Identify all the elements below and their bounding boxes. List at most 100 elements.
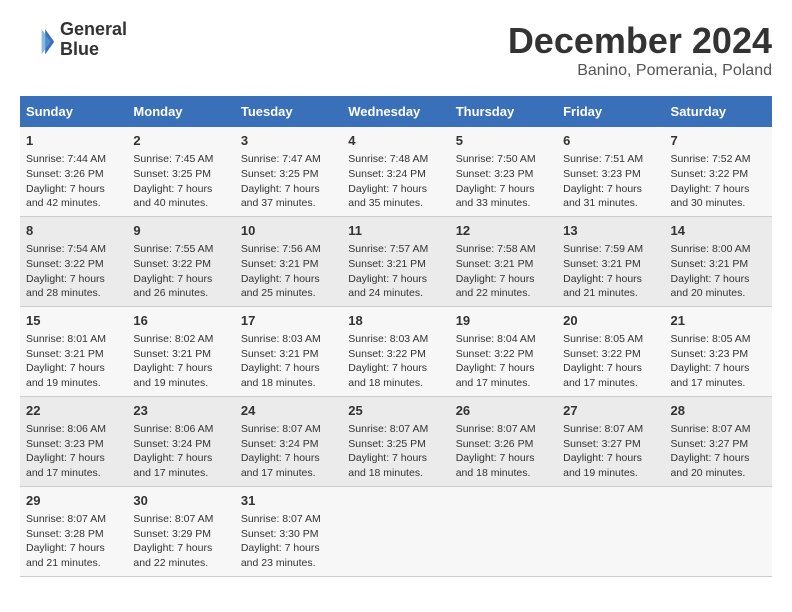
- day-number: 18: [348, 312, 443, 330]
- calendar-cell: 12Sunrise: 7:58 AMSunset: 3:21 PMDayligh…: [450, 216, 557, 306]
- day-number: 7: [671, 132, 766, 150]
- sunset-text: Sunset: 3:26 PM: [26, 167, 121, 182]
- daylight-text: Daylight: 7 hours and 18 minutes.: [241, 361, 336, 390]
- calendar-body: 1Sunrise: 7:44 AMSunset: 3:26 PMDaylight…: [20, 127, 772, 576]
- daylight-text: Daylight: 7 hours and 25 minutes.: [241, 272, 336, 301]
- sunset-text: Sunset: 3:22 PM: [133, 257, 228, 272]
- week-row-2: 8Sunrise: 7:54 AMSunset: 3:22 PMDaylight…: [20, 216, 772, 306]
- day-number: 9: [133, 222, 228, 240]
- sunrise-text: Sunrise: 7:51 AM: [563, 152, 658, 167]
- calendar-cell: 16Sunrise: 8:02 AMSunset: 3:21 PMDayligh…: [127, 306, 234, 396]
- daylight-text: Daylight: 7 hours and 18 minutes.: [456, 451, 551, 480]
- sunset-text: Sunset: 3:24 PM: [241, 437, 336, 452]
- sunrise-text: Sunrise: 8:07 AM: [563, 422, 658, 437]
- day-number: 23: [133, 402, 228, 420]
- daylight-text: Daylight: 7 hours and 20 minutes.: [671, 272, 766, 301]
- sunrise-text: Sunrise: 8:07 AM: [26, 512, 121, 527]
- sunset-text: Sunset: 3:29 PM: [133, 527, 228, 542]
- daylight-text: Daylight: 7 hours and 20 minutes.: [671, 451, 766, 480]
- daylight-text: Daylight: 7 hours and 35 minutes.: [348, 182, 443, 211]
- sunrise-text: Sunrise: 8:00 AM: [671, 242, 766, 257]
- sunrise-text: Sunrise: 8:03 AM: [241, 332, 336, 347]
- daylight-text: Daylight: 7 hours and 19 minutes.: [133, 361, 228, 390]
- day-number: 15: [26, 312, 121, 330]
- calendar-cell: 29Sunrise: 8:07 AMSunset: 3:28 PMDayligh…: [20, 486, 127, 576]
- calendar-cell: 26Sunrise: 8:07 AMSunset: 3:26 PMDayligh…: [450, 396, 557, 486]
- calendar-cell: 17Sunrise: 8:03 AMSunset: 3:21 PMDayligh…: [235, 306, 342, 396]
- sunrise-text: Sunrise: 7:44 AM: [26, 152, 121, 167]
- logo-text: General Blue: [60, 20, 127, 60]
- sunset-text: Sunset: 3:21 PM: [26, 347, 121, 362]
- day-number: 3: [241, 132, 336, 150]
- page-header: General Blue December 2024 Banino, Pomer…: [20, 20, 772, 80]
- sunset-text: Sunset: 3:25 PM: [348, 437, 443, 452]
- sunset-text: Sunset: 3:22 PM: [563, 347, 658, 362]
- day-number: 11: [348, 222, 443, 240]
- sunrise-text: Sunrise: 8:04 AM: [456, 332, 551, 347]
- calendar-cell: 14Sunrise: 8:00 AMSunset: 3:21 PMDayligh…: [665, 216, 772, 306]
- sunrise-text: Sunrise: 7:55 AM: [133, 242, 228, 257]
- sunset-text: Sunset: 3:24 PM: [133, 437, 228, 452]
- daylight-text: Daylight: 7 hours and 37 minutes.: [241, 182, 336, 211]
- day-number: 14: [671, 222, 766, 240]
- calendar-cell: 9 Sunrise: 7:55 AMSunset: 3:22 PMDaylight…: [127, 216, 234, 306]
- calendar-cell: [665, 486, 772, 576]
- sunrise-text: Sunrise: 7:50 AM: [456, 152, 551, 167]
- calendar-cell: 25Sunrise: 8:07 AMSunset: 3:25 PMDayligh…: [342, 396, 449, 486]
- sunset-text: Sunset: 3:22 PM: [348, 347, 443, 362]
- sunrise-text: Sunrise: 7:56 AM: [241, 242, 336, 257]
- sunrise-text: Sunrise: 7:47 AM: [241, 152, 336, 167]
- sunrise-text: Sunrise: 8:03 AM: [348, 332, 443, 347]
- sunrise-text: Sunrise: 8:01 AM: [26, 332, 121, 347]
- sunset-text: Sunset: 3:23 PM: [671, 347, 766, 362]
- day-number: 8: [26, 222, 121, 240]
- daylight-text: Daylight: 7 hours and 26 minutes.: [133, 272, 228, 301]
- sunset-text: Sunset: 3:27 PM: [563, 437, 658, 452]
- header-cell-tuesday: Tuesday: [235, 96, 342, 127]
- sunrise-text: Sunrise: 7:58 AM: [456, 242, 551, 257]
- sunset-text: Sunset: 3:21 PM: [456, 257, 551, 272]
- header-cell-sunday: Sunday: [20, 96, 127, 127]
- calendar-cell: 10Sunrise: 7:56 AMSunset: 3:21 PMDayligh…: [235, 216, 342, 306]
- sunset-text: Sunset: 3:30 PM: [241, 527, 336, 542]
- daylight-text: Daylight: 7 hours and 17 minutes.: [456, 361, 551, 390]
- sunset-text: Sunset: 3:23 PM: [26, 437, 121, 452]
- calendar-cell: 19Sunrise: 8:04 AMSunset: 3:22 PMDayligh…: [450, 306, 557, 396]
- day-number: 6: [563, 132, 658, 150]
- sunset-text: Sunset: 3:21 PM: [241, 347, 336, 362]
- daylight-text: Daylight: 7 hours and 21 minutes.: [563, 272, 658, 301]
- sunset-text: Sunset: 3:23 PM: [563, 167, 658, 182]
- calendar-cell: 7Sunrise: 7:52 AMSunset: 3:22 PMDaylight…: [665, 127, 772, 216]
- week-row-3: 15Sunrise: 8:01 AMSunset: 3:21 PMDayligh…: [20, 306, 772, 396]
- daylight-text: Daylight: 7 hours and 22 minutes.: [456, 272, 551, 301]
- calendar-cell: 3Sunrise: 7:47 AMSunset: 3:25 PMDaylight…: [235, 127, 342, 216]
- week-row-5: 29Sunrise: 8:07 AMSunset: 3:28 PMDayligh…: [20, 486, 772, 576]
- sunrise-text: Sunrise: 7:45 AM: [133, 152, 228, 167]
- sunrise-text: Sunrise: 7:57 AM: [348, 242, 443, 257]
- daylight-text: Daylight: 7 hours and 28 minutes.: [26, 272, 121, 301]
- calendar-cell: 5Sunrise: 7:50 AMSunset: 3:23 PMDaylight…: [450, 127, 557, 216]
- daylight-text: Daylight: 7 hours and 23 minutes.: [241, 541, 336, 570]
- calendar-cell: [342, 486, 449, 576]
- header-cell-monday: Monday: [127, 96, 234, 127]
- daylight-text: Daylight: 7 hours and 22 minutes.: [133, 541, 228, 570]
- daylight-text: Daylight: 7 hours and 24 minutes.: [348, 272, 443, 301]
- sunrise-text: Sunrise: 8:07 AM: [456, 422, 551, 437]
- daylight-text: Daylight: 7 hours and 17 minutes.: [133, 451, 228, 480]
- sunset-text: Sunset: 3:28 PM: [26, 527, 121, 542]
- daylight-text: Daylight: 7 hours and 42 minutes.: [26, 182, 121, 211]
- calendar-cell: 20Sunrise: 8:05 AMSunset: 3:22 PMDayligh…: [557, 306, 664, 396]
- day-number: 25: [348, 402, 443, 420]
- day-number: 20: [563, 312, 658, 330]
- daylight-text: Daylight: 7 hours and 40 minutes.: [133, 182, 228, 211]
- day-number: 26: [456, 402, 551, 420]
- day-number: 4: [348, 132, 443, 150]
- sunset-text: Sunset: 3:22 PM: [671, 167, 766, 182]
- sunrise-text: Sunrise: 8:07 AM: [241, 422, 336, 437]
- calendar-cell: 23Sunrise: 8:06 AMSunset: 3:24 PMDayligh…: [127, 396, 234, 486]
- sunrise-text: Sunrise: 8:02 AM: [133, 332, 228, 347]
- day-number: 28: [671, 402, 766, 420]
- daylight-text: Daylight: 7 hours and 31 minutes.: [563, 182, 658, 211]
- calendar-cell: 30Sunrise: 8:07 AMSunset: 3:29 PMDayligh…: [127, 486, 234, 576]
- day-number: 30: [133, 492, 228, 510]
